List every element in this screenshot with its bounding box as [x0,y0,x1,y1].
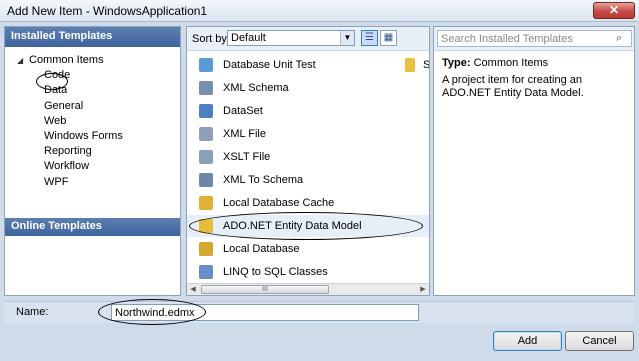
xml-schema-icon [199,81,213,95]
window-title: Add New Item - WindowsApplication1 [7,4,208,18]
sort-label: Sort by: [192,33,230,45]
xml-file-icon [199,127,213,141]
linq-icon [199,265,213,279]
list-item[interactable]: XML Schema [187,77,429,99]
list-item[interactable]: Local Database Cache [187,192,429,214]
name-field[interactable] [111,304,419,321]
details-panel: ⌕ Type: Common Items A project item for … [433,26,635,296]
entity-model-icon [199,219,213,233]
medium-icons-view-button[interactable]: ☰ [361,30,378,46]
item-details: Type: Common Items A project item for cr… [434,51,634,106]
xml-to-schema-icon [199,173,213,187]
scroll-thumb[interactable]: III [201,285,329,294]
list-item-selected[interactable]: ADO.NET Entity Data Model [187,215,429,237]
cancel-button[interactable]: Cancel [565,331,634,351]
dataset-icon [199,104,213,118]
database-icon [405,58,415,72]
template-tree: ◢ Common Items Code Data General Web Win… [5,47,180,190]
installed-templates-header[interactable]: Installed Templates [5,27,180,47]
tree-node-general[interactable]: General [5,99,180,114]
list-item[interactable]: XSLT File [187,146,429,168]
tree-node-reporting[interactable]: Reporting [5,144,180,159]
second-column-item[interactable]: Se [405,54,429,76]
sort-dropdown[interactable]: Default ▼ [227,30,355,46]
tree-node-windows-forms[interactable]: Windows Forms [5,129,180,144]
tree-node-common-items[interactable]: ◢ Common Items [5,53,180,68]
template-list: Database Unit Test Se XML Schema DataSet… [187,52,429,287]
templates-list-panel: Sort by: Default ▼ ☰ ▦ Database Unit Tes… [186,26,430,296]
list-item[interactable]: LINQ to SQL Classes [187,261,429,283]
scroll-left-icon[interactable]: ◀ [187,284,199,295]
small-icons-view-button[interactable]: ▦ [380,30,397,46]
title-bar: Add New Item - WindowsApplication1 ✕ [0,0,639,22]
chevron-down-icon[interactable]: ▼ [340,31,354,45]
grid-view-icon: ▦ [383,32,394,43]
xslt-file-icon [199,150,213,164]
tree-node-data[interactable]: Data [5,83,180,98]
collapse-icon[interactable]: ◢ [17,53,23,68]
tree-node-code[interactable]: Code [5,68,180,83]
list-item[interactable]: Database Unit Test Se [187,54,429,76]
search-icon[interactable]: ⌕ [616,32,629,45]
list-item[interactable]: Local Database [187,238,429,260]
tree-node-workflow[interactable]: Workflow [5,159,180,174]
list-view-icon: ☰ [365,32,374,43]
close-icon: ✕ [608,3,620,17]
search-bar: ⌕ [434,27,634,51]
horizontal-scrollbar[interactable]: ◀ III ▶ [187,283,429,295]
name-row: Name: [4,299,635,325]
db-cache-icon [199,196,213,210]
tree-node-web[interactable]: Web [5,114,180,129]
online-templates-header[interactable]: Online Templates [5,218,180,236]
list-item[interactable]: XML File [187,123,429,145]
add-button[interactable]: Add [493,331,562,351]
sort-bar: Sort by: Default ▼ ☰ ▦ [187,27,429,51]
unit-test-icon [199,58,213,72]
item-description: A project item for creating an ADO.NET E… [442,74,584,99]
name-label: Name: [16,306,49,318]
type-label: Type: [442,57,471,69]
local-db-icon [199,242,213,256]
list-item[interactable]: DataSet [187,100,429,122]
list-item[interactable]: XML To Schema [187,169,429,191]
dialog-body: Installed Templates ◢ Common Items Code … [0,22,639,361]
tree-node-wpf[interactable]: WPF [5,175,180,190]
type-row: Type: Common Items [442,57,626,70]
scroll-right-icon[interactable]: ▶ [417,284,429,295]
sort-value: Default [231,32,266,44]
type-value: Common Items [473,57,549,69]
installed-templates-panel: Installed Templates ◢ Common Items Code … [4,26,181,296]
close-button[interactable]: ✕ [593,2,635,19]
search-input[interactable] [437,30,632,47]
